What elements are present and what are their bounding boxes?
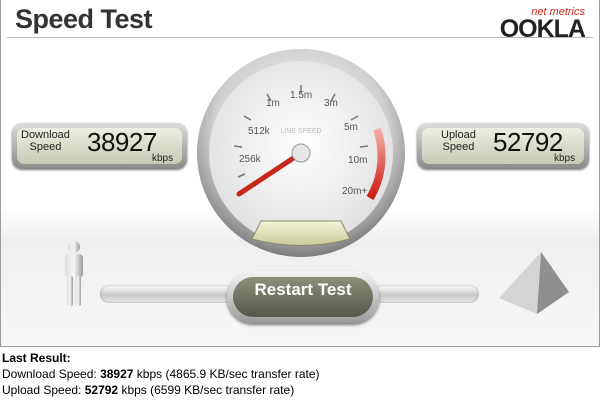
- upload-label: Upload Speed: [441, 129, 476, 153]
- ookla-logo: net metrics OOKLA: [495, 6, 586, 43]
- gauge-tick-256k: 256k: [239, 154, 262, 165]
- speed-gauge: 256k 512k 1m 1.5m 3m 5m 10m 20m+ LINE SP…: [197, 49, 405, 257]
- gauge-tick-1m: 1m: [266, 98, 280, 109]
- progress-track-right: [373, 285, 479, 303]
- gauge-tick-1-5m: 1.5m: [290, 90, 312, 101]
- last-result-heading: Last Result:: [2, 351, 71, 365]
- download-readout: Download Speed 38927 kbps: [12, 123, 187, 169]
- gauge-tick-512k: 512k: [248, 126, 271, 137]
- result-upload-value: 52792: [84, 383, 119, 397]
- result-upload-label: Upload Speed:: [2, 383, 85, 397]
- speed-test-panel: Speed Test net metrics OOKLA Download Sp…: [0, 0, 600, 347]
- restart-test-label[interactable]: Restart Test: [227, 280, 379, 300]
- progress-track-left: [100, 285, 234, 303]
- result-download-rate: kbps (4865.9 KB/sec transfer rate): [133, 367, 320, 381]
- gauge-hub: [291, 143, 311, 163]
- restart-test-button[interactable]: Restart Test: [227, 271, 379, 323]
- upload-readout: Upload Speed 52792 kbps: [417, 123, 589, 169]
- upload-label-line1: Upload: [441, 129, 476, 141]
- upload-unit: kbps: [554, 153, 576, 164]
- upload-value: 52792: [493, 127, 563, 157]
- logo-name: OOKLA: [499, 15, 586, 43]
- gauge-window: [251, 220, 351, 246]
- gauge-tick-10m: 10m: [348, 155, 367, 166]
- download-label-line1: Download: [21, 129, 70, 141]
- gauge-tick-5m: 5m: [344, 122, 358, 133]
- gauge-tick-3m: 3m: [324, 98, 338, 109]
- person-icon: [65, 241, 83, 306]
- last-result-block: Last Result: Download Speed: 38927 kbps …: [2, 350, 320, 398]
- download-unit: kbps: [152, 153, 174, 164]
- app-title: Speed Test: [15, 4, 153, 34]
- download-label: Download Speed: [21, 129, 70, 153]
- download-value: 38927: [87, 127, 157, 157]
- upload-label-line2: Speed: [442, 141, 475, 153]
- result-download-label: Download Speed:: [2, 367, 101, 381]
- result-upload-rate: kbps (6599 KB/sec transfer rate): [118, 383, 295, 397]
- pyramid-icon: [499, 252, 569, 314]
- download-label-line2: Speed: [29, 141, 62, 153]
- gauge-center-label: LINE SPEED: [280, 128, 321, 135]
- gauge-tick-20m: 20m+: [342, 186, 367, 197]
- result-download-value: 38927: [100, 367, 134, 381]
